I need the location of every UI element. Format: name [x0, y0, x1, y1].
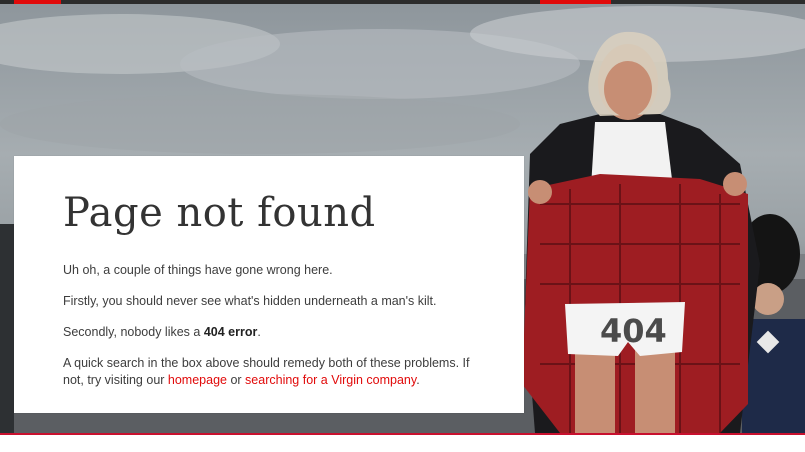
error-card: Page not found Uh oh, a couple of things…: [14, 156, 524, 413]
error-code-text: 404 error: [203, 325, 258, 339]
message-line-4-suffix: .: [416, 373, 420, 387]
homepage-link[interactable]: homepage: [168, 373, 227, 387]
shorts-number: 404: [600, 312, 667, 350]
message-line-3: Secondly, nobody likes a 404 error.: [63, 324, 483, 341]
message-line-1: Uh oh, a couple of things have gone wron…: [63, 263, 333, 277]
message-line-4-mid: or: [226, 373, 246, 387]
message-line-3-prefix: Secondly, nobody likes a: [63, 325, 204, 339]
message-line-2: Firstly, you should never see what's hid…: [63, 294, 437, 308]
message-line-3-suffix: .: [257, 325, 261, 339]
message-line-4: A quick search in the box above should r…: [63, 355, 483, 389]
bottom-accent-line: [0, 433, 805, 435]
page-title: Page not found: [63, 190, 376, 236]
search-virgin-company-link[interactable]: searching for a Virgin company: [245, 373, 416, 387]
